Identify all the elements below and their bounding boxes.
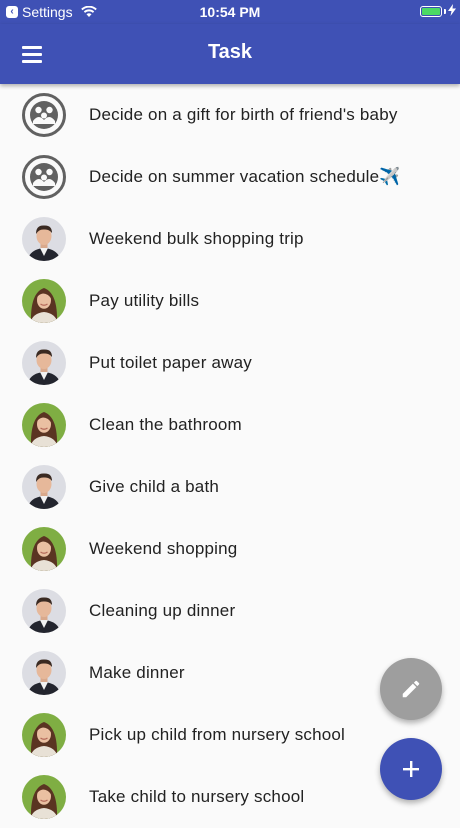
task-title: Cleaning up dinner	[89, 601, 236, 620]
task-title: Take child to nursery school	[89, 787, 305, 806]
page-title: Task	[207, 41, 253, 63]
task-list: Decide on a gift for birth of friend's b…	[0, 84, 460, 828]
task-title: Pay utility bills	[89, 291, 200, 310]
man-avatar	[22, 341, 66, 385]
task-row[interactable]: Decide on summer vacation schedule✈️	[0, 146, 460, 208]
battery-icon	[420, 6, 442, 17]
woman-avatar	[22, 713, 66, 757]
task-row[interactable]: Cleaning up dinner	[0, 580, 460, 642]
man-avatar	[22, 465, 66, 509]
task-title: Weekend bulk shopping trip	[89, 229, 304, 248]
group-avatar-icon	[22, 155, 66, 199]
plus-icon	[403, 761, 419, 777]
clock: 10:54 PM	[199, 4, 261, 20]
task-row[interactable]: Pay utility bills	[0, 270, 460, 332]
task-title: Pick up child from nursery school	[89, 725, 346, 744]
task-row[interactable]: Decide on a gift for birth of friend's b…	[0, 84, 460, 146]
woman-avatar	[22, 403, 66, 447]
task-title: Weekend shopping	[89, 539, 238, 558]
task-title: Make dinner	[89, 663, 185, 682]
task-row[interactable]: Give child a bath	[0, 456, 460, 518]
man-avatar	[22, 217, 66, 261]
man-avatar	[22, 589, 66, 633]
task-row[interactable]: Put toilet paper away	[0, 332, 460, 394]
man-avatar	[22, 651, 66, 695]
group-avatar-icon	[22, 93, 66, 137]
task-row[interactable]: Weekend bulk shopping trip	[0, 208, 460, 270]
task-row[interactable]: Clean the bathroom	[0, 394, 460, 456]
task-title: Give child a bath	[89, 477, 220, 496]
edit-fab-button[interactable]	[380, 658, 442, 720]
woman-avatar	[22, 775, 66, 819]
app-bar: Task	[0, 24, 460, 84]
add-task-fab-button[interactable]	[380, 738, 442, 800]
status-bar: ‹ Settings 10:54 PM	[0, 0, 460, 24]
pencil-icon	[402, 680, 420, 698]
woman-avatar	[22, 279, 66, 323]
task-title: Clean the bathroom	[89, 415, 242, 434]
task-title: Put toilet paper away	[89, 353, 252, 372]
charging-icon	[448, 4, 456, 16]
woman-avatar	[22, 527, 66, 571]
task-title: Decide on summer vacation schedule✈️	[89, 167, 401, 186]
task-title: Decide on a gift for birth of friend's b…	[89, 105, 398, 124]
task-row[interactable]: Weekend shopping	[0, 518, 460, 580]
